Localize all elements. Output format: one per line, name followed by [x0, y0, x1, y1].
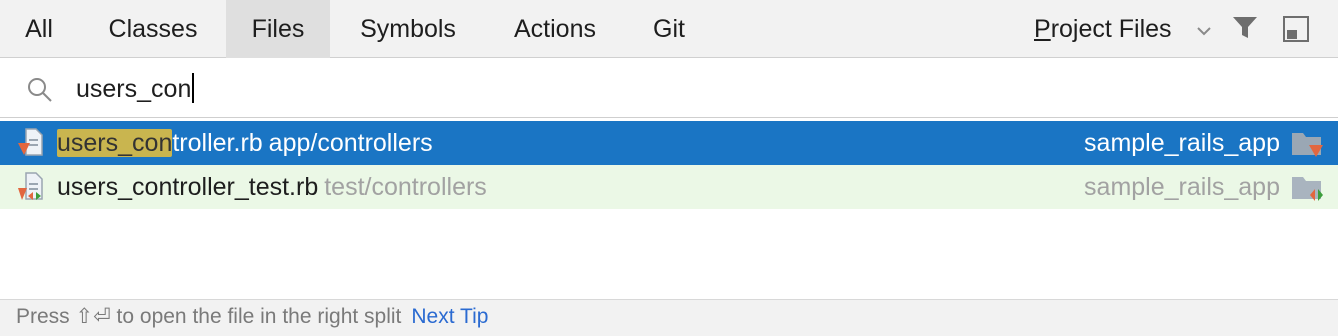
results-list: users_controller.rb app/controllers sampl… [0, 121, 1338, 299]
tab-classes[interactable]: Classes [80, 0, 226, 58]
search-icon [28, 78, 52, 102]
chevron-down-icon[interactable] [1196, 26, 1212, 36]
text-caret [192, 73, 195, 104]
result-name: users_controller_test.rb test/controllers [57, 165, 487, 209]
module-folder-icon [1292, 133, 1323, 157]
scope-mnemonic: P [1034, 15, 1051, 43]
result-name: users_controller.rb app/controllers [57, 121, 433, 165]
search-query: users_con [76, 75, 192, 103]
filter-icon[interactable] [1232, 16, 1258, 40]
match-highlight: users_con [57, 129, 173, 157]
test-module-folder-icon [1292, 177, 1323, 201]
result-module: sample_rails_app [1084, 173, 1280, 201]
result-row-selected[interactable]: users_controller.rb app/controllers sampl… [0, 121, 1338, 165]
next-tip-link[interactable]: Next Tip [411, 305, 488, 328]
result-path: test/controllers [324, 173, 487, 201]
hint-text: Press ⇧⏎ to open the file in the right s… [16, 305, 402, 328]
pin-window-icon[interactable] [1283, 16, 1309, 42]
tip-footer: Press ⇧⏎ to open the file in the right s… [0, 299, 1338, 336]
search-bar: users_con [0, 59, 1338, 118]
ruby-controller-file-icon [18, 128, 43, 156]
tab-git[interactable]: Git [624, 0, 714, 58]
tab-all[interactable]: All [0, 0, 78, 58]
tab-actions[interactable]: Actions [486, 0, 624, 58]
search-input[interactable]: users_con [76, 70, 1176, 108]
ruby-test-file-icon [18, 172, 43, 200]
search-everywhere-popup: All Classes Files Symbols Actions Git Pr… [0, 0, 1338, 336]
result-name-rest: users_controller_test.rb [57, 173, 319, 201]
result-row[interactable]: users_controller_test.rb test/controllers… [0, 165, 1338, 209]
result-name-rest: troller.rb [172, 129, 263, 157]
footer-hint: Press ⇧⏎ to open the file in the right s… [16, 300, 488, 334]
tab-bar: All Classes Files Symbols Actions Git Pr… [0, 0, 1338, 58]
tab-symbols[interactable]: Symbols [330, 0, 486, 58]
result-module: sample_rails_app [1084, 129, 1280, 157]
tab-files[interactable]: Files [226, 0, 330, 58]
result-path: app/controllers [268, 129, 433, 157]
scope-label: roject Files [1050, 15, 1172, 43]
scope-selector[interactable]: Project Files [1034, 0, 1172, 58]
